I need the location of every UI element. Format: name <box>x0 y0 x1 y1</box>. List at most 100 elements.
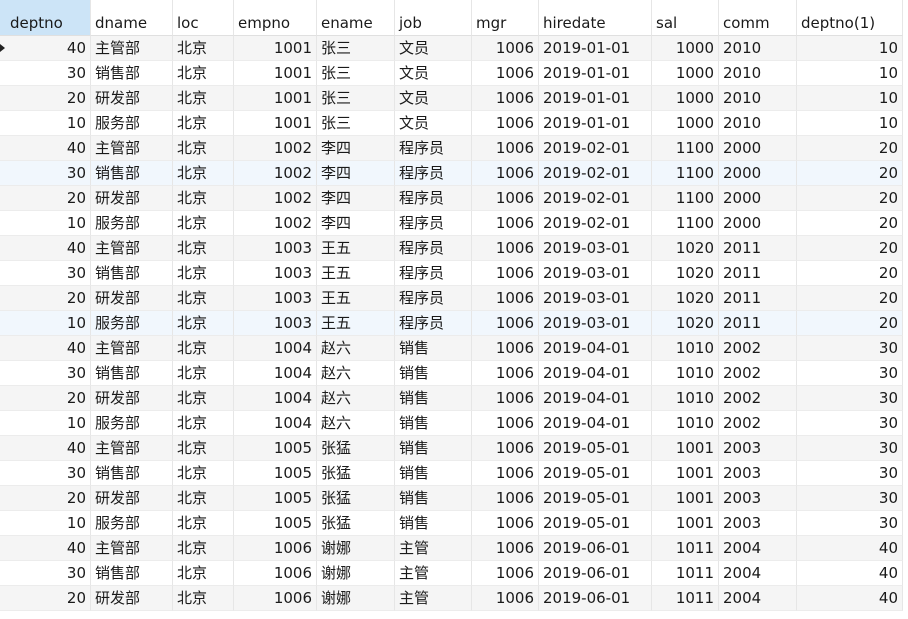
cell-mgr[interactable]: 1006 <box>472 536 539 561</box>
cell-empno[interactable]: 1001 <box>234 111 317 136</box>
cell-job[interactable]: 文员 <box>395 36 472 61</box>
cell-deptno-1[interactable]: 30 <box>797 386 903 411</box>
cell-dname[interactable]: 销售部 <box>91 261 173 286</box>
cell-loc[interactable]: 北京 <box>173 411 234 436</box>
cell-mgr[interactable]: 1006 <box>472 411 539 436</box>
cell-deptno-1[interactable]: 20 <box>797 211 903 236</box>
cell-hiredate[interactable]: 2019-05-01 <box>539 511 652 536</box>
table-row[interactable]: 40 主管部 北京 1005 张猛 销售 1006 2019-05-01 1001 2003 30 <box>0 436 908 461</box>
cell-ename[interactable]: 张三 <box>317 111 395 136</box>
cell-dname[interactable]: 服务部 <box>91 111 173 136</box>
cell-empno[interactable]: 1002 <box>234 161 317 186</box>
cell-job[interactable]: 程序员 <box>395 286 472 311</box>
cell-comm[interactable]: 2002 <box>719 336 797 361</box>
cell-job[interactable]: 主管 <box>395 536 472 561</box>
cell-deptno-1[interactable]: 10 <box>797 36 903 61</box>
cell-sal[interactable]: 1011 <box>652 536 719 561</box>
cell-dname[interactable]: 服务部 <box>91 411 173 436</box>
cell-comm[interactable]: 2002 <box>719 361 797 386</box>
cell-ename[interactable]: 王五 <box>317 311 395 336</box>
cell-sal[interactable]: 1100 <box>652 211 719 236</box>
cell-dname[interactable]: 销售部 <box>91 61 173 86</box>
table-row[interactable]: 30 销售部 北京 1005 张猛 销售 1006 2019-05-01 1001 2003 30 <box>0 461 908 486</box>
cell-job[interactable]: 程序员 <box>395 186 472 211</box>
cell-job[interactable]: 主管 <box>395 561 472 586</box>
cell-deptno-1[interactable]: 30 <box>797 511 903 536</box>
cell-empno[interactable]: 1004 <box>234 336 317 361</box>
cell-dname[interactable]: 销售部 <box>91 461 173 486</box>
cell-hiredate[interactable]: 2019-06-01 <box>539 586 652 611</box>
table-row[interactable]: 40 主管部 北京 1003 王五 程序员 1006 2019-03-01 1020 2011 20 <box>0 236 908 261</box>
cell-hiredate[interactable]: 2019-05-01 <box>539 486 652 511</box>
cell-empno[interactable]: 1001 <box>234 61 317 86</box>
cell-hiredate[interactable]: 2019-06-01 <box>539 536 652 561</box>
cell-loc[interactable]: 北京 <box>173 286 234 311</box>
cell-hiredate[interactable]: 2019-01-01 <box>539 61 652 86</box>
cell-comm[interactable]: 2000 <box>719 186 797 211</box>
cell-ename[interactable]: 张猛 <box>317 461 395 486</box>
cell-sal[interactable]: 1020 <box>652 311 719 336</box>
cell-job[interactable]: 销售 <box>395 336 472 361</box>
cell-mgr[interactable]: 1006 <box>472 61 539 86</box>
cell-dname[interactable]: 研发部 <box>91 486 173 511</box>
cell-dname[interactable]: 销售部 <box>91 361 173 386</box>
cell-comm[interactable]: 2011 <box>719 236 797 261</box>
cell-mgr[interactable]: 1006 <box>472 336 539 361</box>
result-grid[interactable]: deptno dname loc empno ename job mgr hir… <box>0 0 908 611</box>
cell-ename[interactable]: 谢娜 <box>317 586 395 611</box>
cell-deptno[interactable]: 30 <box>0 461 91 486</box>
cell-deptno[interactable]: 20 <box>0 286 91 311</box>
cell-mgr[interactable]: 1006 <box>472 311 539 336</box>
cell-empno[interactable]: 1002 <box>234 211 317 236</box>
cell-job[interactable]: 程序员 <box>395 136 472 161</box>
cell-sal[interactable]: 1020 <box>652 236 719 261</box>
column-header-ename[interactable]: ename <box>317 0 395 36</box>
cell-empno[interactable]: 1002 <box>234 136 317 161</box>
cell-comm[interactable]: 2004 <box>719 536 797 561</box>
cell-hiredate[interactable]: 2019-03-01 <box>539 261 652 286</box>
cell-comm[interactable]: 2010 <box>719 86 797 111</box>
cell-comm[interactable]: 2002 <box>719 411 797 436</box>
cell-hiredate[interactable]: 2019-04-01 <box>539 361 652 386</box>
cell-sal[interactable]: 1011 <box>652 561 719 586</box>
cell-empno[interactable]: 1001 <box>234 86 317 111</box>
cell-deptno-1[interactable]: 40 <box>797 536 903 561</box>
cell-job[interactable]: 主管 <box>395 586 472 611</box>
table-row[interactable]: 30 销售部 北京 1001 张三 文员 1006 2019-01-01 1000 2010 10 <box>0 61 908 86</box>
cell-hiredate[interactable]: 2019-02-01 <box>539 136 652 161</box>
cell-ename[interactable]: 张猛 <box>317 436 395 461</box>
table-row[interactable]: 40 主管部 北京 1002 李四 程序员 1006 2019-02-01 1100 2000 20 <box>0 136 908 161</box>
cell-ename[interactable]: 李四 <box>317 186 395 211</box>
cell-ename[interactable]: 李四 <box>317 136 395 161</box>
cell-deptno-1[interactable]: 30 <box>797 436 903 461</box>
cell-sal[interactable]: 1010 <box>652 411 719 436</box>
table-row[interactable]: 30 销售部 北京 1004 赵六 销售 1006 2019-04-01 1010 2002 30 <box>0 361 908 386</box>
cell-dname[interactable]: 销售部 <box>91 161 173 186</box>
cell-mgr[interactable]: 1006 <box>472 211 539 236</box>
cell-deptno[interactable]: 40 <box>0 236 91 261</box>
column-header-job[interactable]: job <box>395 0 472 36</box>
cell-empno[interactable]: 1005 <box>234 511 317 536</box>
table-row[interactable]: 10 服务部 北京 1001 张三 文员 1006 2019-01-01 1000 2010 10 <box>0 111 908 136</box>
cell-sal[interactable]: 1001 <box>652 461 719 486</box>
cell-loc[interactable]: 北京 <box>173 586 234 611</box>
cell-sal[interactable]: 1000 <box>652 36 719 61</box>
table-row[interactable]: 10 服务部 北京 1005 张猛 销售 1006 2019-05-01 1001 2003 30 <box>0 511 908 536</box>
cell-empno[interactable]: 1004 <box>234 361 317 386</box>
cell-deptno-1[interactable]: 20 <box>797 136 903 161</box>
cell-deptno[interactable]: 20 <box>0 386 91 411</box>
cell-deptno[interactable]: 10 <box>0 511 91 536</box>
table-row[interactable]: 20 研发部 北京 1006 谢娜 主管 1006 2019-06-01 1011 2004 40 <box>0 586 908 611</box>
cell-sal[interactable]: 1010 <box>652 361 719 386</box>
cell-sal[interactable]: 1000 <box>652 111 719 136</box>
cell-job[interactable]: 文员 <box>395 86 472 111</box>
cell-ename[interactable]: 张三 <box>317 61 395 86</box>
cell-loc[interactable]: 北京 <box>173 336 234 361</box>
cell-deptno[interactable]: 40 <box>0 536 91 561</box>
cell-deptno-1[interactable]: 20 <box>797 236 903 261</box>
cell-comm[interactable]: 2004 <box>719 561 797 586</box>
cell-mgr[interactable]: 1006 <box>472 286 539 311</box>
cell-mgr[interactable]: 1006 <box>472 186 539 211</box>
cell-job[interactable]: 程序员 <box>395 311 472 336</box>
cell-job[interactable]: 销售 <box>395 436 472 461</box>
